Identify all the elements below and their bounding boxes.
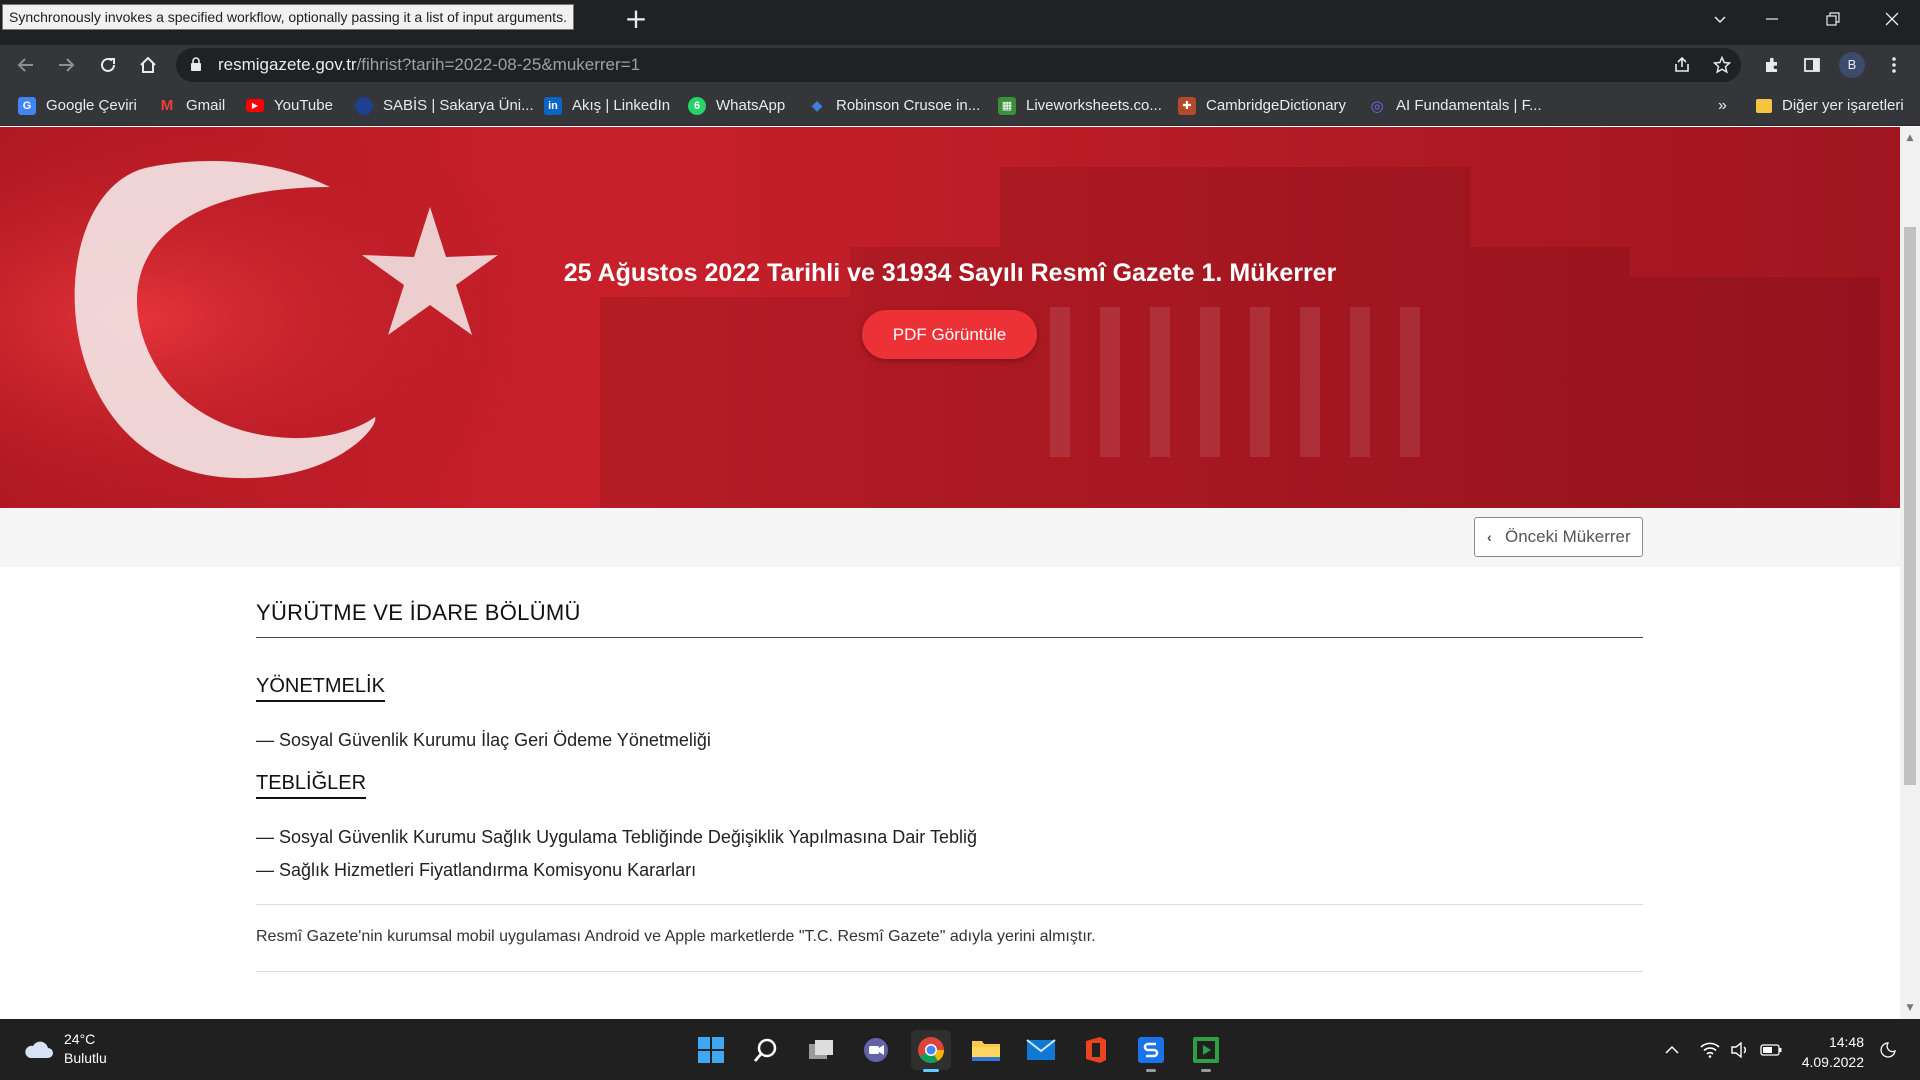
office-icon[interactable]	[1076, 1030, 1116, 1070]
tooltip: Synchronously invokes a specified workfl…	[2, 4, 574, 30]
extensions-icon[interactable]	[1758, 51, 1786, 79]
forward-arrow-icon[interactable]	[52, 51, 80, 79]
scroll-down-icon[interactable]: ▼	[1905, 1003, 1915, 1013]
category-communiques: TEBLİĞLER	[256, 772, 367, 799]
new-tab-button[interactable]: +	[622, 5, 650, 34]
star-icon[interactable]	[1712, 55, 1732, 75]
browser-toolbar: resmigazete.gov.tr/fihrist?tarih=2022-08…	[0, 45, 1920, 85]
ai-fundamentals-icon: ◎	[1370, 97, 1384, 115]
start-icon[interactable]	[691, 1030, 731, 1070]
sidepanel-icon[interactable]	[1798, 51, 1826, 79]
liveworksheets-icon: ▦	[998, 96, 1016, 115]
bookmark-robinson-crusoe[interactable]: ◆ Robinson Crusoe in...	[808, 85, 981, 126]
address-bar[interactable]: resmigazete.gov.tr/fihrist?tarih=2022-08…	[176, 48, 1741, 82]
page-viewport: 25 Ağustos 2022 Tarihli ve 31934 Sayılı …	[0, 127, 1920, 1019]
clock-date: 4.09.2022	[1801, 1054, 1864, 1070]
cambridge-icon: ✚	[1178, 96, 1196, 115]
whatsapp-icon: 6	[688, 96, 706, 115]
previous-supplement-button[interactable]: ‹ Önceki Mükerrer	[1474, 517, 1643, 557]
bookmarks-bar: G Google Çeviri M Gmail ▶ YouTube SABİS | S…	[0, 85, 1920, 126]
bookmarks-overflow-button[interactable]: »	[1718, 85, 1727, 126]
weather-temperature: 24°C	[64, 1031, 96, 1047]
wifi-icon[interactable]	[1700, 1019, 1720, 1080]
category-regulation: YÖNETMELİK	[256, 675, 385, 702]
mobile-app-notice: Resmî Gazete'nin kurumsal mobil uygulama…	[256, 928, 1096, 945]
divider	[256, 971, 1643, 972]
battery-icon[interactable]	[1760, 1019, 1782, 1080]
bookmark-cambridge[interactable]: ✚ CambridgeDictionary	[1178, 85, 1346, 126]
windows-taskbar: 24°C Bulutlu 14:48 4.09.2022	[0, 1019, 1920, 1080]
task-view-icon[interactable]	[801, 1030, 841, 1070]
volume-icon[interactable]	[1730, 1019, 1750, 1080]
cloud-icon	[25, 1041, 53, 1058]
scroll-thumb[interactable]	[1904, 227, 1916, 785]
weather-description: Bulutlu	[64, 1050, 107, 1066]
notification-icon[interactable]	[1880, 1019, 1896, 1080]
list-item[interactable]: — Sosyal Güvenlik Kurumu İlaç Geri Ödeme…	[256, 730, 711, 751]
minimize-button[interactable]	[1744, 0, 1800, 38]
list-item[interactable]: — Sağlık Hizmetleri Fiyatlandırma Komisy…	[256, 860, 696, 881]
page-scrollbar[interactable]: ▲ ▼	[1900, 127, 1920, 1019]
sabis-icon	[355, 96, 373, 115]
system-clock[interactable]: 14:48 4.09.2022	[1786, 1032, 1864, 1072]
active-indicator	[923, 1069, 939, 1072]
profile-avatar[interactable]: B	[1839, 52, 1865, 78]
linkedin-icon: in	[544, 96, 562, 115]
hero-banner: 25 Ağustos 2022 Tarihli ve 31934 Sayılı …	[0, 127, 1900, 508]
reload-icon[interactable]	[94, 51, 122, 79]
section-title: YÜRÜTME VE İDARE BÖLÜMÜ	[256, 600, 581, 625]
bookmark-liveworksheets[interactable]: ▦ Liveworksheets.co...	[998, 85, 1162, 126]
previous-supplement-label: Önceki Mükerrer	[1505, 527, 1631, 546]
menu-dots-icon[interactable]	[1880, 51, 1908, 79]
bookmark-google-translate[interactable]: G Google Çeviri	[18, 85, 137, 126]
sabis-app-icon[interactable]	[1131, 1030, 1171, 1072]
home-icon[interactable]	[134, 51, 162, 79]
google-translate-icon: G	[18, 96, 36, 115]
clock-time: 14:48	[1828, 1034, 1864, 1050]
section-divider	[256, 637, 1643, 638]
share-icon[interactable]	[1672, 55, 1692, 75]
search-icon[interactable]	[746, 1030, 786, 1070]
restore-button[interactable]	[1805, 0, 1861, 38]
pagination-bar: ‹ Önceki Mükerrer	[0, 508, 1900, 567]
bookmark-sabis[interactable]: SABİS | Sakarya Üni...	[355, 85, 534, 126]
bookmark-youtube[interactable]: ▶ YouTube	[246, 85, 333, 126]
teams-chat-icon[interactable]	[856, 1030, 896, 1070]
running-indicator	[1146, 1069, 1156, 1072]
close-window-button[interactable]	[1864, 0, 1920, 38]
chevron-left-icon: ‹	[1487, 529, 1492, 545]
browser-tab-strip: Synchronously invokes a specified workfl…	[0, 0, 1920, 45]
robinson-icon: ◆	[811, 97, 823, 113]
gmail-icon: M	[160, 97, 174, 114]
pdf-view-button[interactable]: PDF Görüntüle	[862, 310, 1037, 359]
running-indicator	[1201, 1069, 1211, 1072]
weather-widget[interactable]: 24°C Bulutlu	[22, 1030, 107, 1068]
folder-icon	[1756, 98, 1772, 113]
bookmark-gmail[interactable]: M Gmail	[158, 85, 225, 126]
divider	[256, 904, 1643, 905]
tab-search-button[interactable]	[1692, 0, 1748, 38]
url-text[interactable]: resmigazete.gov.tr/fihrist?tarih=2022-08…	[218, 48, 640, 82]
bookmark-ai-fundamentals[interactable]: ◎ AI Fundamentals | F...	[1368, 85, 1541, 126]
chrome-icon[interactable]	[911, 1030, 951, 1072]
tray-overflow-icon[interactable]	[1664, 1019, 1680, 1080]
other-bookmarks-folder[interactable]: Diğer yer işaretleri	[1756, 85, 1904, 126]
list-item[interactable]: — Sosyal Güvenlik Kurumu Sağlık Uygulama…	[256, 827, 977, 848]
media-player-icon[interactable]	[1186, 1030, 1226, 1072]
mail-icon[interactable]	[1021, 1030, 1061, 1070]
bookmark-linkedin[interactable]: in Akış | LinkedIn	[544, 85, 670, 126]
bookmark-whatsapp[interactable]: 6 WhatsApp	[688, 85, 785, 126]
youtube-icon: ▶	[246, 99, 264, 112]
back-arrow-icon[interactable]	[12, 51, 40, 79]
page-title: 25 Ağustos 2022 Tarihli ve 31934 Sayılı …	[563, 259, 1337, 287]
scroll-up-icon[interactable]: ▲	[1905, 133, 1915, 143]
file-explorer-icon[interactable]	[966, 1030, 1006, 1070]
lock-icon[interactable]	[190, 57, 202, 77]
